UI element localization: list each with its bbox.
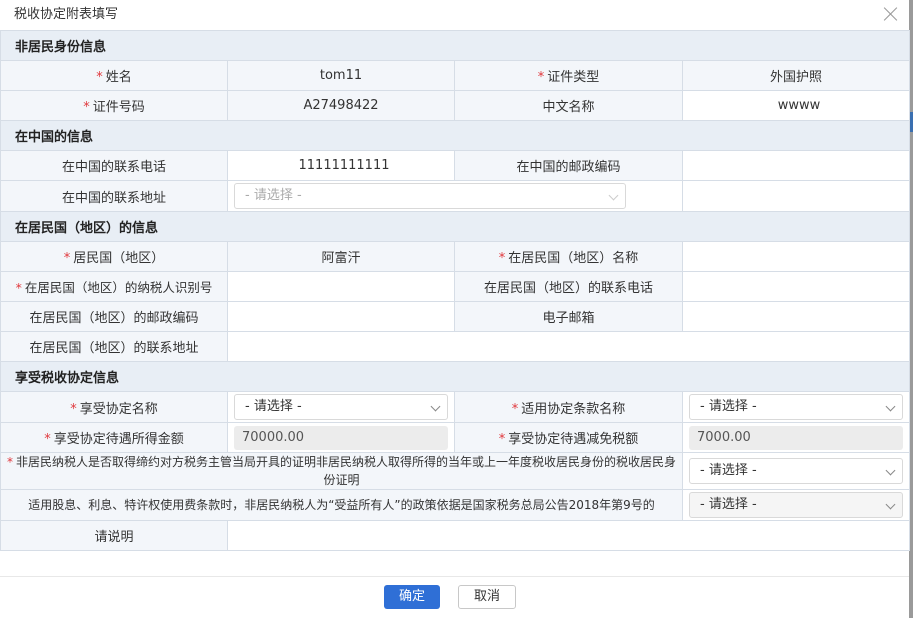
treaty-form-dialog: 税收协定附表填写 非居民身份信息 * 姓名 tom11 * 证件类型 外国护照 * 证… xyxy=(0,0,911,619)
treaty-reduction-cell: 7000.00 xyxy=(681,422,911,453)
close-icon[interactable] xyxy=(883,6,899,22)
res-postcode-field[interactable] xyxy=(227,301,455,332)
taxid-field[interactable] xyxy=(227,271,455,302)
name-value: tom11 xyxy=(227,60,455,91)
treaty-income-cell: 70000.00 xyxy=(227,422,455,453)
china-address-select[interactable]: - 请选择 - xyxy=(234,183,626,209)
section-identity: 非居民身份信息 xyxy=(0,30,911,61)
dialog-title: 税收协定附表填写 xyxy=(14,7,119,22)
treaty-reduction-value: 7000.00 xyxy=(689,425,904,450)
cnname-label: 中文名称 xyxy=(454,90,683,121)
dialog-footer: 确定 取消 xyxy=(0,576,909,619)
treaty-clause-label: * 适用协定条款名称 xyxy=(454,391,683,423)
treaty-name-label: * 享受协定名称 xyxy=(0,391,228,423)
chevron-down-icon xyxy=(430,401,441,412)
explain-field[interactable] xyxy=(226,520,911,551)
china-address-label: 在中国的联系地址 xyxy=(0,180,228,212)
china-phone-field[interactable]: 11111111111 xyxy=(227,150,455,181)
email-field[interactable] xyxy=(681,301,911,332)
email-label: 电子邮箱 xyxy=(454,301,683,332)
treaty-income-value: 70000.00 xyxy=(234,425,448,450)
certificate-select[interactable]: - 请选择 - xyxy=(689,458,904,484)
res-address-label: 在居民国（地区）的联系地址 xyxy=(0,331,228,362)
name-label: * 姓名 xyxy=(0,60,228,91)
explain-label: 请说明 xyxy=(0,520,228,551)
certificate-label: * 非居民纳税人是否取得缔约对方税务主管当局开具的证明非居民纳税人取得所得的当年或… xyxy=(0,452,683,490)
confirm-button[interactable]: 确定 xyxy=(384,585,440,609)
treaty-clause-cell: - 请选择 - xyxy=(681,391,911,423)
countryname-field[interactable] xyxy=(681,241,911,272)
form-table: 非居民身份信息 * 姓名 tom11 * 证件类型 外国护照 * 证件号码 A2749… xyxy=(0,30,911,551)
cancel-button[interactable]: 取消 xyxy=(458,585,516,609)
china-postcode-label: 在中国的邮政编码 xyxy=(454,150,683,181)
res-address-field[interactable] xyxy=(226,331,911,362)
chevron-down-icon xyxy=(885,465,896,476)
treaty-reduction-label: * 享受协定待遇减免税额 xyxy=(454,422,683,453)
res-postcode-label: 在居民国（地区）的邮政编码 xyxy=(0,301,228,332)
china-phone-label: 在中国的联系电话 xyxy=(0,150,228,181)
idno-label: * 证件号码 xyxy=(0,90,228,121)
dialog-titlebar: 税收协定附表填写 xyxy=(0,0,909,30)
idno-value: A27498422 xyxy=(227,90,455,121)
chevron-down-icon xyxy=(885,499,896,510)
country-value: 阿富汗 xyxy=(227,241,455,272)
china-address-detail-field[interactable] xyxy=(681,180,911,212)
certificate-cell: - 请选择 - xyxy=(681,452,911,490)
idtype-label: * 证件类型 xyxy=(454,60,683,91)
treaty-name-cell: - 请选择 - xyxy=(227,391,455,423)
country-label: * 居民国（地区） xyxy=(0,241,228,272)
cnname-field[interactable]: wwww xyxy=(681,90,911,121)
taxid-label: * 在居民国（地区）的纳税人识别号 xyxy=(0,271,228,302)
china-address-cell: - 请选择 - xyxy=(227,180,683,212)
section-china: 在中国的信息 xyxy=(0,120,911,151)
section-treaty: 享受税收协定信息 xyxy=(0,361,911,392)
idtype-value: 外国护照 xyxy=(681,60,911,91)
res-phone-field[interactable] xyxy=(681,271,911,302)
china-postcode-field[interactable] xyxy=(681,150,911,181)
countryname-label: * 在居民国（地区）名称 xyxy=(454,241,683,272)
beneficial-label: 适用股息、利息、特许权使用费条款时，非居民纳税人为“受益所有人”的政策依据是国家… xyxy=(0,489,683,521)
treaty-income-label: * 享受协定待遇所得金额 xyxy=(0,422,228,453)
beneficial-cell: - 请选择 - xyxy=(681,489,911,521)
section-residence: 在居民国（地区）的信息 xyxy=(0,211,911,242)
res-phone-label: 在居民国（地区）的联系电话 xyxy=(454,271,683,302)
chevron-down-icon xyxy=(885,401,896,412)
beneficial-select[interactable]: - 请选择 - xyxy=(689,492,904,518)
treaty-clause-select[interactable]: - 请选择 - xyxy=(689,394,904,420)
chevron-down-icon xyxy=(608,190,619,201)
treaty-name-select[interactable]: - 请选择 - xyxy=(234,394,448,420)
